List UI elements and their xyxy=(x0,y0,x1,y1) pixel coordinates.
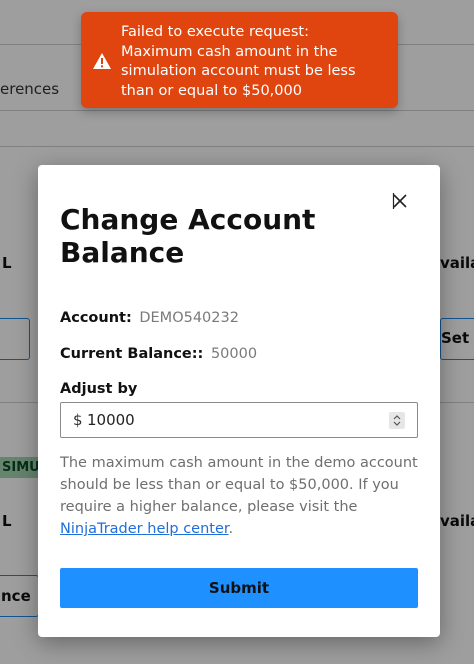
account-value: DEMO540232 xyxy=(139,310,239,326)
help-text-end: . xyxy=(228,521,234,537)
close-icon[interactable] xyxy=(390,191,410,211)
adjust-amount-input[interactable] xyxy=(87,405,377,435)
account-row: Account: DEMO540232 xyxy=(60,310,239,326)
warning-icon xyxy=(92,52,112,70)
submit-button[interactable]: Submit xyxy=(60,568,418,608)
current-balance-row: Current Balance:: 50000 xyxy=(60,346,257,362)
current-balance-value: 50000 xyxy=(210,346,258,362)
help-text: The maximum cash amount in the demo acco… xyxy=(60,452,420,540)
adjust-by-label: Adjust by xyxy=(60,381,138,397)
adjust-amount-field[interactable]: $ xyxy=(60,402,418,438)
error-toast: Failed to execute request: Maximum cash … xyxy=(81,12,398,108)
dialog-title: Change Account Balance xyxy=(60,203,316,269)
number-stepper-icon[interactable] xyxy=(389,412,405,429)
toast-message: Failed to execute request: Maximum cash … xyxy=(121,24,356,99)
currency-symbol: $ xyxy=(73,411,83,429)
help-text-body: The maximum cash amount in the demo acco… xyxy=(60,455,418,515)
account-label: Account: xyxy=(60,310,132,326)
change-balance-dialog: Change Account Balance Account: DEMO5402… xyxy=(38,165,440,637)
current-balance-label: Current Balance:: xyxy=(60,346,204,362)
help-center-link[interactable]: NinjaTrader help center xyxy=(60,521,229,537)
